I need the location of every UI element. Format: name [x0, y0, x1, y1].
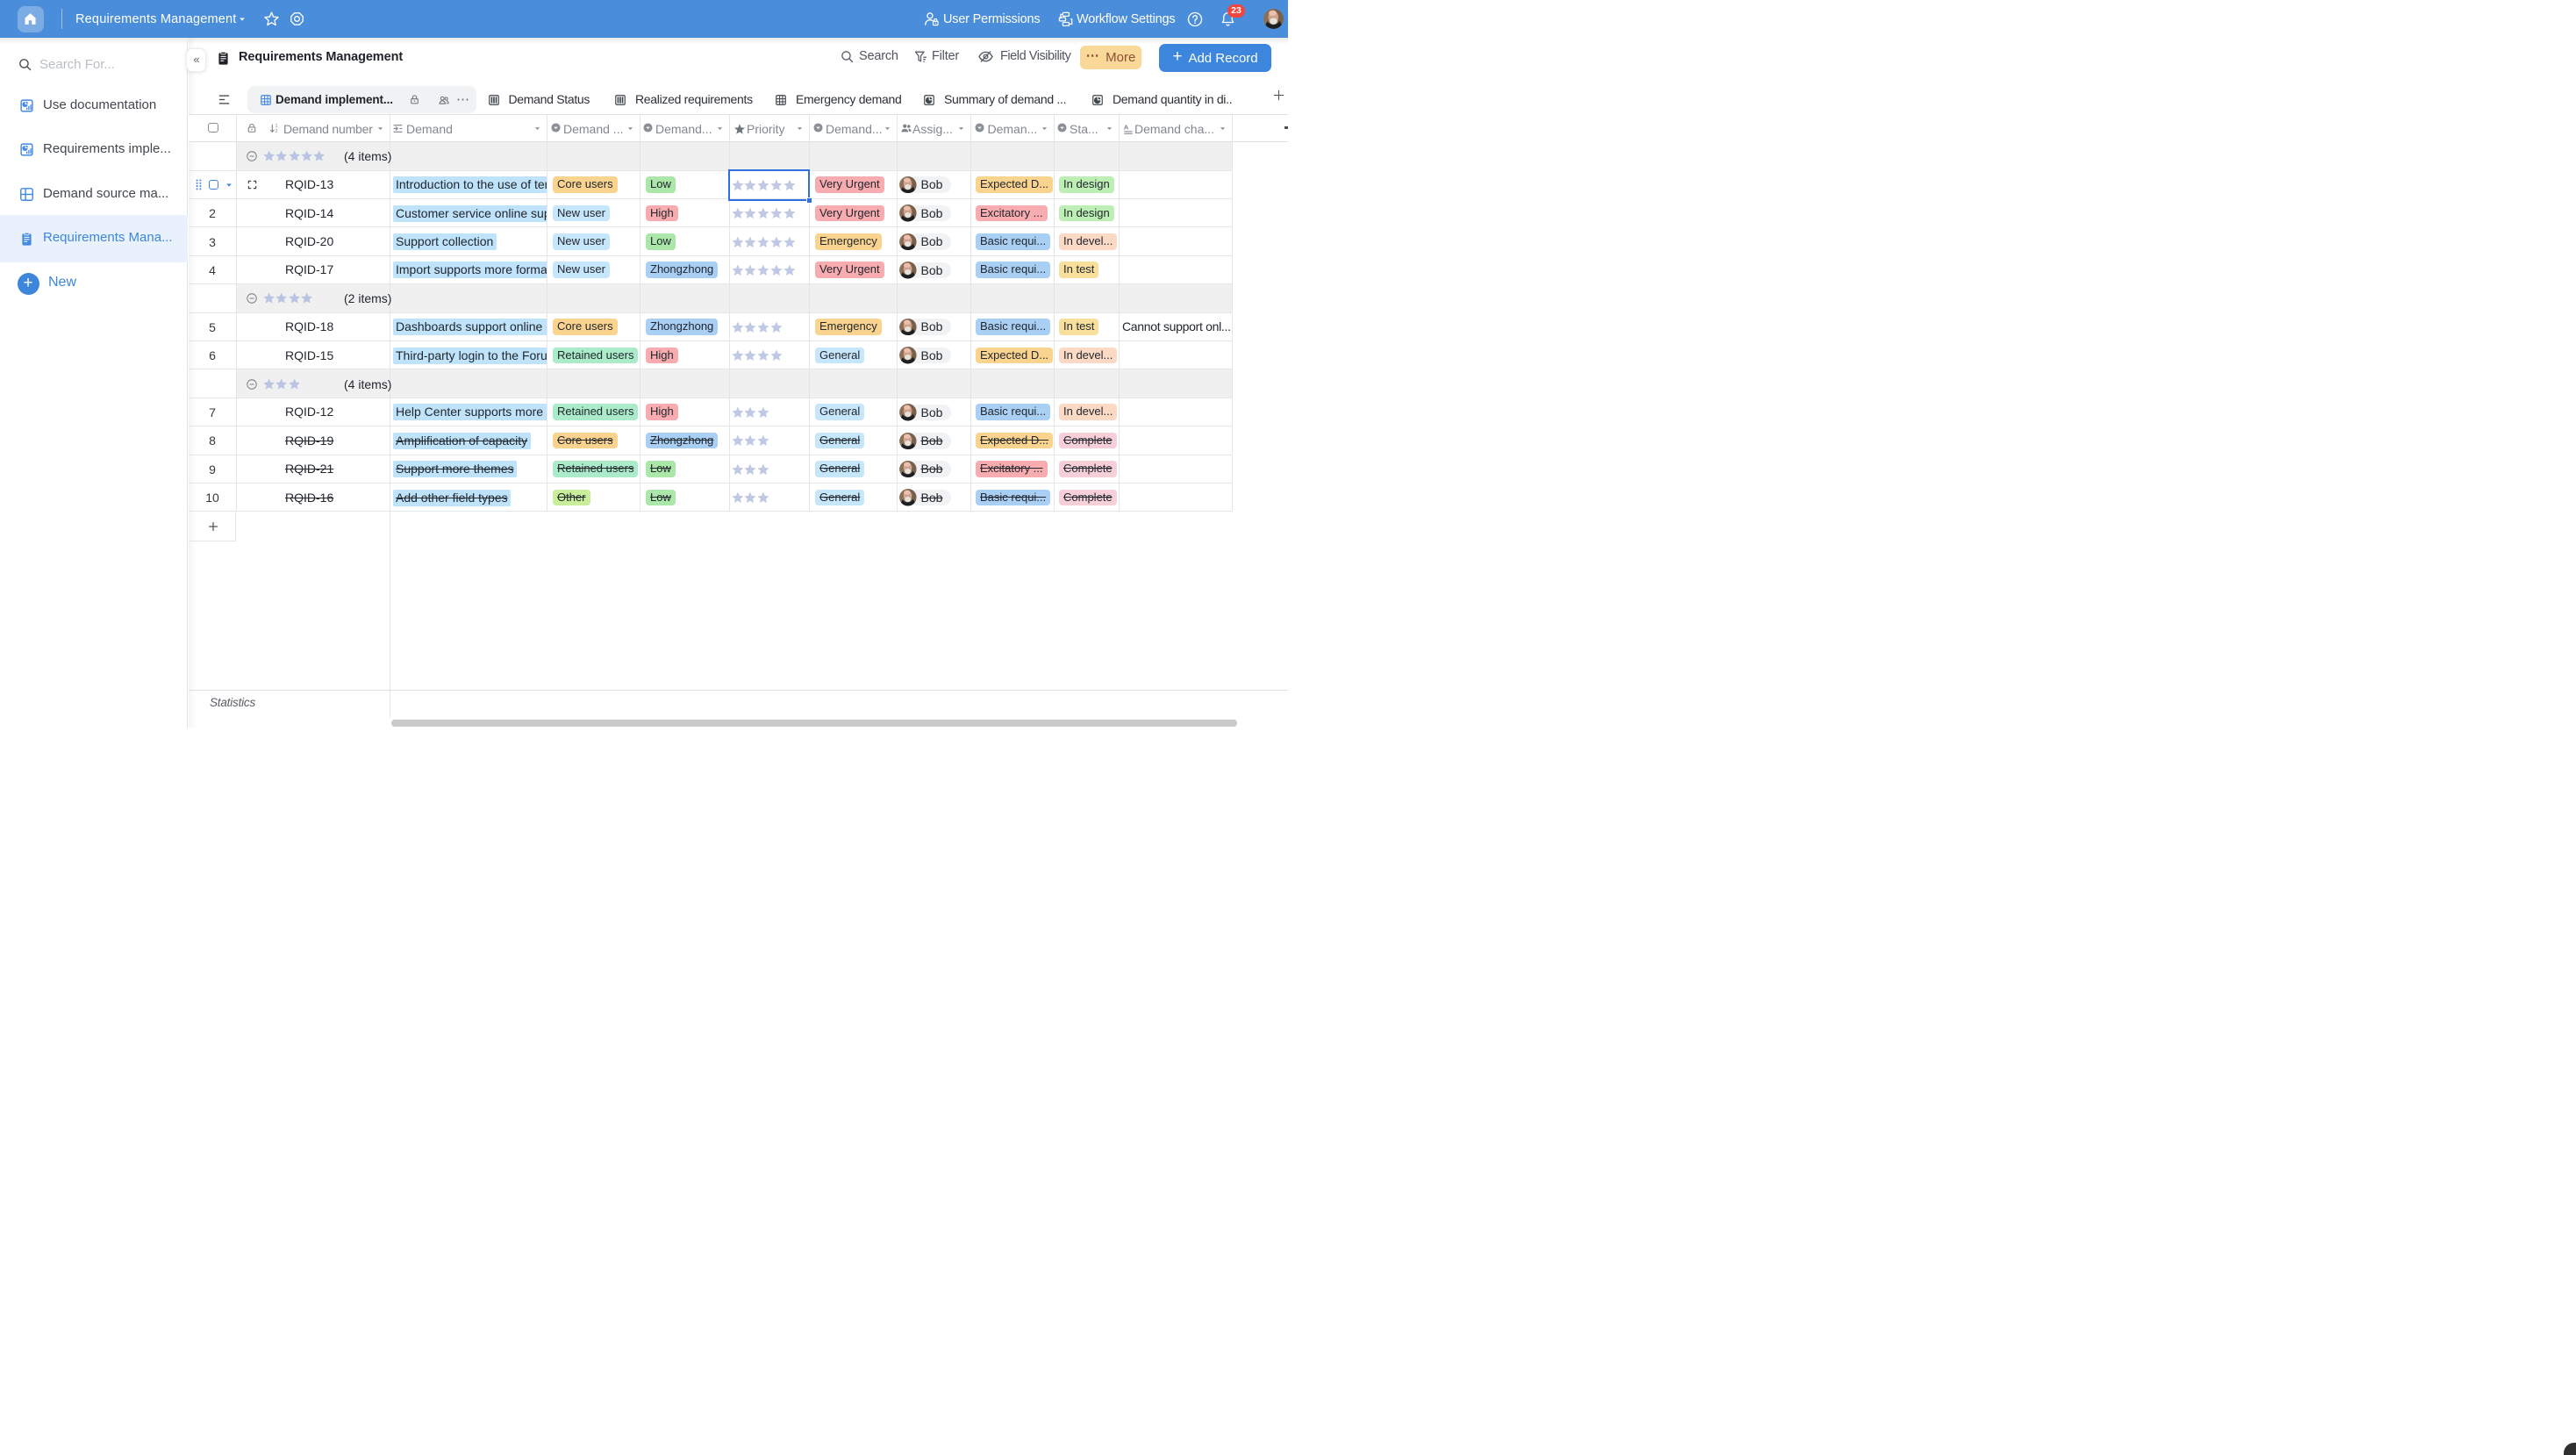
svg-text:1: 1 — [275, 124, 278, 129]
svg-text:A: A — [1123, 123, 1128, 131]
svg-text:2: 2 — [275, 128, 278, 133]
